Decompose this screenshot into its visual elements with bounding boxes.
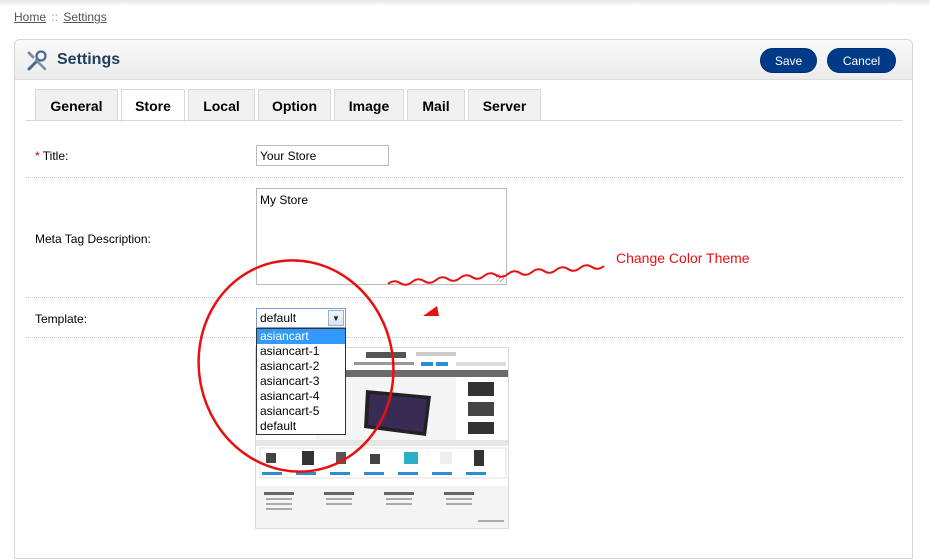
tab-local[interactable]: Local xyxy=(188,89,255,121)
row-divider xyxy=(26,337,903,338)
template-option[interactable]: asiancart-4 xyxy=(257,389,345,404)
tab-option[interactable]: Option xyxy=(258,89,331,121)
settings-panel: Settings Save Cancel General Store Local… xyxy=(14,39,913,559)
tab-server[interactable]: Server xyxy=(468,89,541,121)
template-option[interactable]: asiancart xyxy=(257,329,345,344)
title-input[interactable]: Your Store xyxy=(256,145,389,166)
page-title: Settings xyxy=(57,51,121,68)
chevron-down-icon[interactable]: ▼ xyxy=(328,310,344,326)
breadcrumb-settings-link[interactable]: Settings xyxy=(63,10,106,24)
meta-description-label: Meta Tag Description: xyxy=(35,232,151,246)
template-option[interactable]: default xyxy=(257,419,345,434)
template-label: Template: xyxy=(35,312,88,326)
row-divider xyxy=(26,297,903,298)
template-selected-value: default xyxy=(260,311,297,325)
title-label-text: Title: xyxy=(42,149,69,163)
required-mark: * xyxy=(35,149,40,163)
template-select[interactable]: default ▼ xyxy=(256,308,346,328)
title-label: * Title: xyxy=(35,149,68,163)
template-option[interactable]: asiancart-2 xyxy=(257,359,345,374)
breadcrumb-separator: :: xyxy=(51,10,59,24)
panel-heading: Settings Save Cancel xyxy=(15,40,912,80)
top-shadow xyxy=(0,0,930,6)
annotation-text: Change Color Theme xyxy=(616,250,750,266)
resize-grip-icon[interactable] xyxy=(496,274,504,282)
tab-store[interactable]: Store xyxy=(121,89,185,122)
tab-image[interactable]: Image xyxy=(334,89,404,121)
template-option[interactable]: asiancart-5 xyxy=(257,404,345,419)
save-button[interactable]: Save xyxy=(760,48,817,73)
meta-description-textarea[interactable]: My Store xyxy=(256,188,507,285)
tab-mail[interactable]: Mail xyxy=(407,89,465,121)
template-dropdown-list: asiancart asiancart-1 asiancart-2 asianc… xyxy=(256,328,346,435)
template-option[interactable]: asiancart-3 xyxy=(257,374,345,389)
template-option[interactable]: asiancart-1 xyxy=(257,344,345,359)
tabs-divider xyxy=(26,120,903,121)
cancel-button[interactable]: Cancel xyxy=(827,48,896,73)
tab-general[interactable]: General xyxy=(35,89,118,121)
breadcrumb: Home :: Settings xyxy=(14,10,107,24)
row-divider xyxy=(26,177,903,178)
meta-description-value: My Store xyxy=(260,193,309,207)
tools-icon xyxy=(26,50,48,72)
breadcrumb-home-link[interactable]: Home xyxy=(14,10,46,24)
settings-tabs: General Store Local Option Image Mail Se… xyxy=(35,89,903,122)
